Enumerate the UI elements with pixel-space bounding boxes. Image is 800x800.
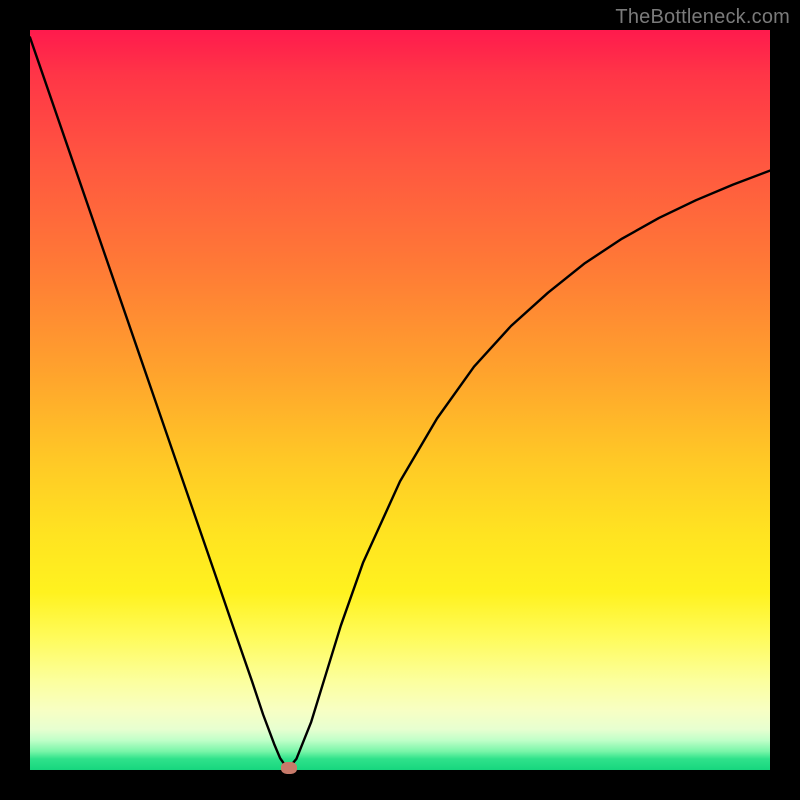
bottleneck-curve: [30, 30, 770, 770]
chart-stage: TheBottleneck.com: [0, 0, 800, 800]
min-point-marker: [281, 762, 297, 774]
watermark-text: TheBottleneck.com: [615, 6, 790, 29]
plot-area: [30, 30, 770, 770]
